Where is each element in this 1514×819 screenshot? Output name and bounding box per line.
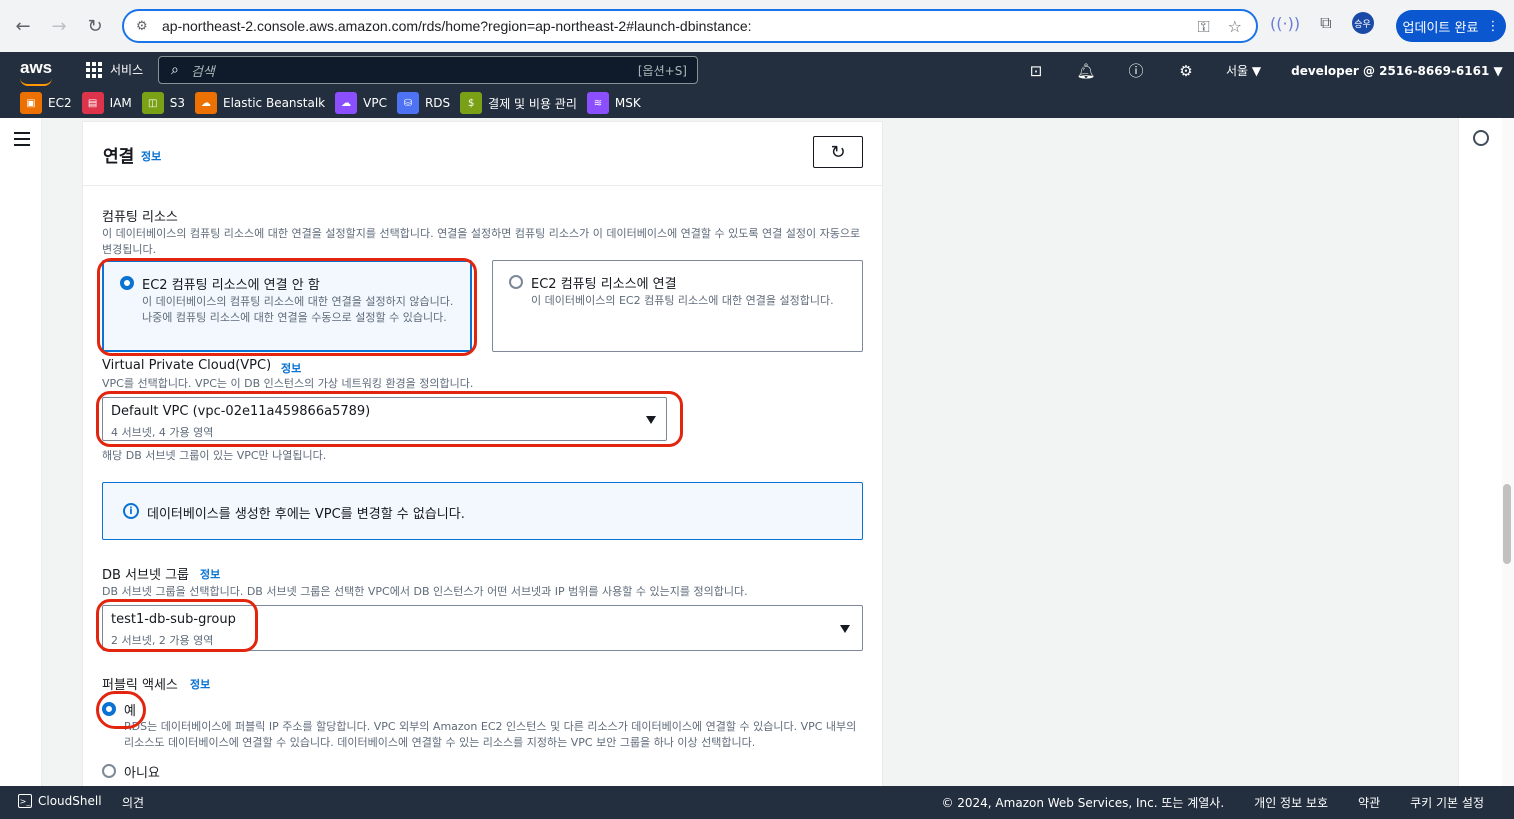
kebab-menu-icon: ⋮ (1486, 18, 1500, 34)
console-footer: >_ CloudShell 의견 © 2024, Amazon Web Serv… (0, 786, 1514, 819)
bell-icon[interactable]: 🔔︎ (1076, 62, 1096, 80)
favorite-elastic-beanstalk[interactable]: ☁ Elastic Beanstalk (194, 92, 325, 114)
favorite-s3[interactable]: ◫ S3 (141, 92, 185, 114)
chevron-down-icon (646, 416, 656, 424)
favorite-rds[interactable]: ⛁ RDS (396, 92, 450, 114)
services-menu[interactable]: 서비스 (86, 61, 143, 78)
favorites-bar: ▣ EC2 ▤ IAM ◫ S3 ☁ Elastic Beanstalk ☁ VPC ⛁ R… (20, 92, 641, 114)
compute-resource-label: 컴퓨팅 리소스 (102, 210, 178, 225)
tools-panel-icon[interactable] (1473, 130, 1489, 146)
grid-icon (86, 61, 102, 78)
elastic-beanstalk-icon: ☁ (194, 92, 217, 114)
cloudshell-button[interactable]: >_ CloudShell (18, 794, 102, 808)
favorite-billing[interactable]: $ 결제 및 비용 관리 (460, 92, 577, 114)
vpc-label: Virtual Private Cloud(VPC) (102, 358, 272, 373)
billing-icon: $ (460, 92, 483, 114)
compute-resource-description: 이 데이터베이스의 컴퓨팅 리소스에 대한 연결을 설정할지를 선택합니다. 연… (102, 227, 861, 256)
option-no-title: EC2 컴퓨팅 리소스에 연결 안 함 (142, 278, 320, 293)
ec2-icon: ▣ (20, 92, 42, 114)
option-connect-ec2[interactable]: EC2 컴퓨팅 리소스에 연결 이 데이터베이스의 EC2 컴퓨팅 리소스에 대… (492, 260, 863, 352)
option-no-description: 이 데이터베이스의 컴퓨팅 리소스에 대한 연결을 설정하지 않습니다. 나중에… (142, 295, 454, 324)
site-settings-icon[interactable]: ⚙ (136, 19, 158, 34)
refresh-icon: ↻ (830, 141, 846, 163)
extension-icon[interactable]: ((·)) (1270, 14, 1300, 33)
url-text: ap-northeast-2.console.aws.amazon.com/rd… (162, 18, 752, 34)
option-yes-title: EC2 컴퓨팅 리소스에 연결 (531, 277, 677, 292)
address-bar[interactable]: ⚙ ap-northeast-2.console.aws.amazon.com/… (122, 9, 1258, 43)
radio-no-ec2-connection[interactable] (120, 276, 134, 290)
hamburger-menu-icon[interactable] (14, 132, 30, 150)
search-input[interactable]: ⌕ 검색 [옵션+S] (158, 56, 698, 84)
vpc-selected-value: Default VPC (vpc-02e11a459866a5789) (111, 404, 371, 419)
favorite-msk[interactable]: ≋ MSK (586, 92, 641, 114)
privacy-link[interactable]: 개인 정보 보호 (1254, 794, 1328, 811)
radio-public-no[interactable] (102, 764, 116, 778)
rds-icon: ⛁ (396, 92, 419, 114)
gear-icon[interactable]: ⚙ (1176, 62, 1196, 80)
help-icon[interactable]: ⓘ (1126, 60, 1146, 81)
chevron-down-icon (840, 625, 850, 633)
public-no-label[interactable]: 아니요 (124, 762, 160, 781)
account-menu[interactable]: developer @ 2516-8669-6161 ▼ (1291, 64, 1503, 78)
side-nav-rail (0, 118, 42, 786)
panel-title: 연결 (103, 147, 135, 167)
iam-icon: ▤ (81, 92, 104, 114)
copyright-text: © 2024, Amazon Web Services, Inc. 또는 계열사… (941, 796, 1225, 810)
public-access-label: 퍼블릭 액세스 (102, 678, 178, 693)
terms-link[interactable]: 약관 (1358, 794, 1380, 811)
update-button[interactable]: 업데이트 완료 ⋮ (1396, 10, 1506, 42)
option-no-ec2-connection[interactable]: EC2 컴퓨팅 리소스에 연결 안 함 이 데이터베이스의 컴퓨팅 리소스에 대… (102, 260, 472, 352)
scrollbar-track[interactable] (1502, 118, 1514, 786)
region-selector[interactable]: 서울 ▼ (1226, 62, 1261, 79)
radio-public-yes[interactable] (102, 702, 116, 716)
page-content: 연결 정보 ↻ 컴퓨팅 리소스 이 데이터베이스의 컴퓨팅 리소스에 대한 연결… (0, 118, 1514, 786)
terminal-icon: >_ (18, 794, 32, 808)
browser-toolbar: ← → ↻ ⚙ ap-northeast-2.console.aws.amazo… (0, 0, 1514, 52)
public-yes-description: RDS는 데이터베이스에 퍼블릭 IP 주소를 할당합니다. VPC 외부의 A… (124, 720, 857, 749)
panel-header: 연결 정보 ↻ (83, 122, 883, 186)
reload-icon[interactable]: ↻ (80, 11, 110, 41)
aws-top-nav: aws 서비스 ⌕ 검색 [옵션+S] ⊡ 🔔︎ ⓘ ⚙ 서울 ▼ develo… (0, 52, 1514, 118)
vpc-selected-sub: 4 서브넷, 4 가용 영역 (111, 426, 214, 439)
search-icon: ⌕ (171, 62, 179, 78)
favorite-iam[interactable]: ▤ IAM (81, 92, 132, 114)
alert-text: 데이터베이스를 생성한 후에는 VPC를 변경할 수 없습니다. (147, 507, 465, 522)
key-icon[interactable]: ⚿ (1197, 17, 1209, 37)
subnet-group-select[interactable]: test1-db-sub-group 2 서브넷, 2 가용 영역 (102, 605, 863, 651)
favorite-ec2[interactable]: ▣ EC2 (20, 92, 72, 114)
subnet-selected-value: test1-db-sub-group (111, 612, 236, 627)
msk-icon: ≋ (586, 92, 609, 114)
vpc-info-link[interactable]: 정보 (281, 360, 301, 376)
vpc-change-alert: i 데이터베이스를 생성한 후에는 VPC를 변경할 수 없습니다. (102, 482, 863, 540)
subnet-group-label: DB 서브넷 그룹 (102, 568, 189, 583)
info-circle-icon: i (123, 503, 139, 519)
cookie-preferences-link[interactable]: 쿠키 기본 설정 (1410, 794, 1484, 811)
scrollbar-thumb[interactable] (1503, 484, 1511, 564)
aws-logo[interactable]: aws (20, 58, 52, 78)
refresh-button[interactable]: ↻ (813, 136, 863, 168)
s3-icon: ◫ (141, 92, 164, 114)
option-yes-description: 이 데이터베이스의 EC2 컴퓨팅 리소스에 대한 연결을 설정합니다. (531, 294, 834, 307)
cloudshell-icon[interactable]: ⊡ (1026, 62, 1046, 80)
feedback-link[interactable]: 의견 (122, 794, 144, 811)
puzzle-icon[interactable]: ⧉ (1320, 13, 1331, 33)
vpc-select[interactable]: Default VPC (vpc-02e11a459866a5789) 4 서브… (102, 397, 667, 441)
public-yes-label[interactable]: 예 (124, 700, 136, 719)
vpc-description: VPC를 선택합니다. VPC는 이 DB 인스턴스의 가상 네트워킹 환경을 … (102, 377, 474, 390)
radio-connect-ec2[interactable] (509, 275, 523, 289)
panel-info-link[interactable]: 정보 (141, 148, 161, 164)
public-access-info-link[interactable]: 정보 (190, 676, 210, 692)
subnet-selected-sub: 2 서브넷, 2 가용 영역 (111, 634, 214, 647)
vpc-icon: ☁ (335, 92, 358, 114)
subnet-group-description: DB 서브넷 그룹을 선택합니다. DB 서브넷 그룹은 선택한 VPC에서 D… (102, 585, 748, 598)
back-arrow-icon[interactable]: ← (8, 11, 38, 41)
aws-logo-smile (20, 78, 52, 86)
vpc-hint: 해당 DB 서브넷 그룹이 있는 VPC만 나열됩니다. (102, 449, 327, 462)
bookmark-star-icon[interactable]: ☆ (1228, 17, 1242, 37)
connectivity-panel: 연결 정보 ↻ 컴퓨팅 리소스 이 데이터베이스의 컴퓨팅 리소스에 대한 연결… (82, 121, 883, 786)
profile-avatar[interactable]: 승우 (1351, 12, 1374, 34)
subnet-info-link[interactable]: 정보 (200, 566, 220, 582)
favorite-vpc[interactable]: ☁ VPC (335, 92, 387, 114)
forward-arrow-icon[interactable]: → (44, 11, 74, 41)
